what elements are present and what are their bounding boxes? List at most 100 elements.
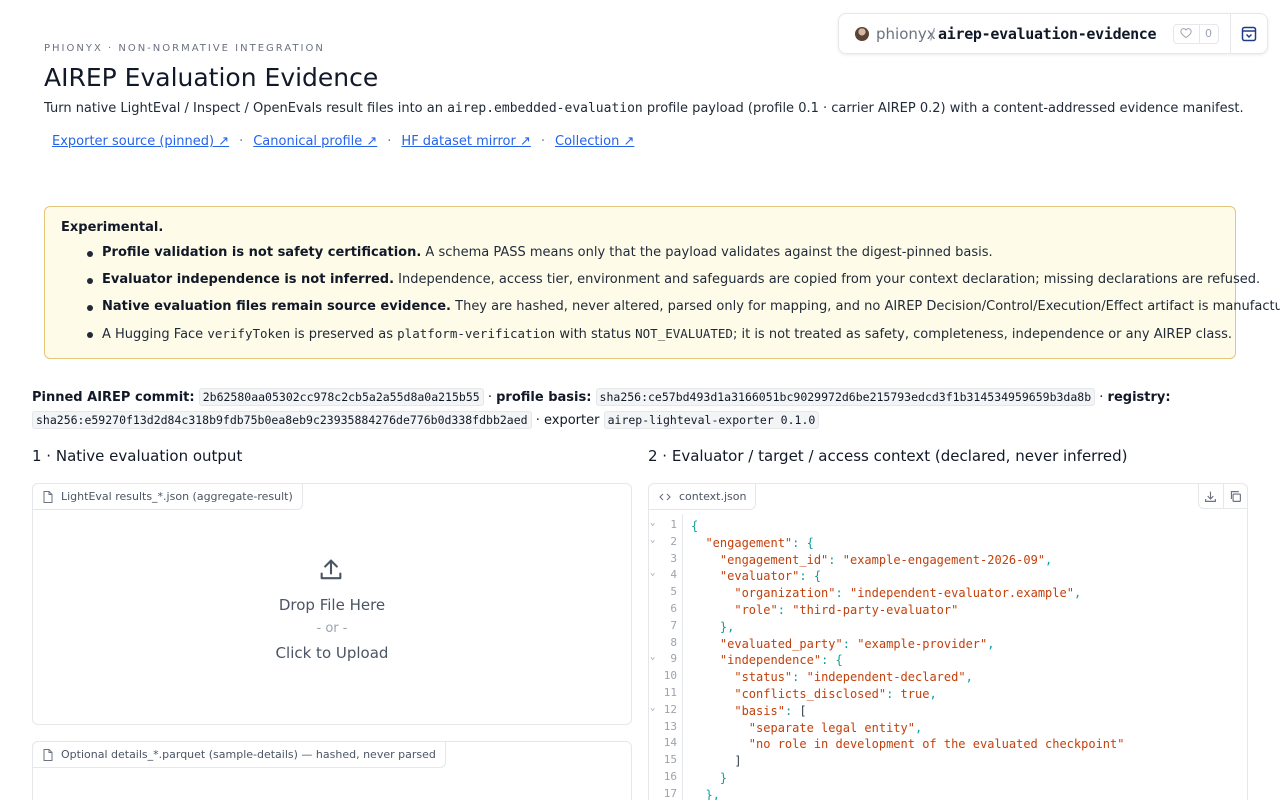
space-owner-link[interactable]: phionyx (876, 25, 936, 43)
collapse-header-icon[interactable] (1241, 26, 1257, 46)
code-line[interactable]: "separate legal entity", (691, 720, 922, 737)
code-line[interactable]: "basis": [ (691, 703, 806, 720)
code-line[interactable]: "engagement": { (691, 535, 813, 552)
inline-code: verifyToken (207, 326, 291, 341)
registry-digest: sha256:e59270f13d2d84c318b9fdb75b0ea8eb9… (32, 411, 532, 429)
fold-chevron-icon[interactable]: ⌄ (650, 568, 655, 578)
drop-file-text: Drop File Here (278, 596, 386, 614)
code-line[interactable]: }, (691, 619, 734, 636)
heart-icon (1180, 27, 1192, 42)
warning-item-text: A schema PASS means only that the payloa… (421, 245, 993, 260)
line-number: ⌄ 12 (650, 702, 677, 716)
subtitle-code: airep.embedded-evaluation (447, 101, 643, 116)
experimental-warning: Experimental. Profile validation is not … (44, 206, 1280, 359)
results-upload-dropzone[interactable]: LightEval results_*.json (aggregate-resu… (32, 483, 632, 725)
link-separator: · (239, 134, 244, 149)
line-number: 16 (663, 770, 677, 783)
code-line[interactable]: "organization": "independent-evaluator.e… (691, 585, 1081, 602)
basis-digest: sha256:ce57bd493d1a3166051bc9029972d6be2… (595, 388, 1096, 406)
line-number: ⌄ 4 (650, 568, 677, 582)
line-number: 17 (663, 786, 677, 800)
page-subtitle: Turn native LightEval / Inspect / OpenEv… (44, 101, 1244, 116)
editor-label-text: context.json (679, 490, 747, 503)
page-eyebrow: PHIONYX · NON-NORMATIVE INTEGRATION (44, 43, 325, 54)
registry-label: registry: (1107, 390, 1171, 405)
warning-list: Profile validation is not safety certifi… (87, 245, 1280, 353)
owner-avatar[interactable] (855, 27, 869, 41)
line-number: 11 (663, 686, 677, 699)
download-icon[interactable] (1199, 484, 1223, 508)
copy-icon[interactable] (1222, 484, 1247, 508)
subtitle-text-2: profile payload (profile 0.1 · carrier A… (642, 101, 1244, 116)
code-line[interactable]: "independence": { (691, 652, 843, 669)
line-number: ⌄ 9 (650, 652, 677, 666)
space-repo-link[interactable]: airep-evaluation-evidence (938, 25, 1157, 43)
line-number: 10 (663, 669, 677, 683)
line-number: ⌄ 1 (650, 518, 677, 531)
code-line[interactable]: }, (691, 787, 719, 800)
like-count: 0 (1205, 27, 1212, 40)
warning-item-text: Independence, access tier, environment a… (394, 272, 1261, 287)
upload-label-text: LightEval results_*.json (aggregate-resu… (61, 490, 293, 503)
canonical-profile-link[interactable]: Canonical profile ↗ (253, 134, 377, 149)
code-line[interactable]: "conflicts_disclosed": true, (691, 686, 936, 703)
code-line[interactable]: "no role in development of the evaluated… (691, 736, 1125, 753)
fold-chevron-icon[interactable]: ⌄ (650, 652, 655, 662)
resource-links: Exporter source (pinned) ↗ · Canonical pro… (52, 134, 634, 149)
warning-item-bold: Evaluator independence is not inferred. (102, 272, 395, 287)
badge-divider (1230, 14, 1231, 53)
warning-item-text: with status (555, 327, 636, 342)
line-gutter: ⌄ 1 ⌄ 2 3 ⌄ 4 5 6 7 8 ⌄ 9 10 11 ⌄ 12 13 14 15 16 17 (649, 514, 683, 800)
link-separator: · (540, 134, 546, 149)
exporter-source-link[interactable]: Exporter source (pinned) ↗ (52, 134, 229, 149)
line-number: 3 (670, 551, 677, 565)
code-line[interactable]: "status": "independent-declared", (691, 669, 972, 686)
upload-label: Optional details_*.parquet (sample-detai… (32, 741, 446, 768)
commit-hash: 2b62580aa05302cc978c2cb5a2a55d8a0a215b55 (198, 388, 484, 406)
line-number: 8 (670, 635, 677, 649)
warning-item-text: is preserved as (290, 327, 398, 342)
editor-label: context.json (649, 484, 757, 510)
details-upload-dropzone[interactable]: Optional details_*.parquet (sample-detai… (32, 741, 632, 800)
code-line[interactable]: { (691, 518, 698, 535)
code-line[interactable]: ] (691, 753, 741, 770)
warning-item-text: They are hashed, never altered, parsed o… (451, 299, 1280, 314)
upload-icon (317, 556, 345, 588)
info-separator: · (487, 390, 492, 405)
warning-item-text: A Hugging Face (102, 327, 208, 342)
line-number: 7 (670, 618, 677, 632)
page-title: AIREP Evaluation Evidence (44, 63, 379, 92)
pinned-info: Pinned AIREP commit: 2b62580aa05302cc978… (32, 386, 1248, 432)
editor-toolbar (1198, 484, 1247, 509)
fold-chevron-icon[interactable]: ⌄ (650, 518, 655, 528)
hf-dataset-mirror-link[interactable]: HF dataset mirror ↗ (401, 134, 530, 149)
code-line[interactable]: } (691, 770, 727, 787)
warning-item-text: ; it is not treated as safety, completen… (732, 327, 1233, 342)
warning-item: Evaluator independence is not inferred. … (87, 272, 1280, 299)
code-line[interactable]: "engagement_id": "example-engagement-202… (691, 552, 1052, 569)
context-json-editor[interactable]: context.json ⌄ 1 ⌄ 2 3 ⌄ 4 5 6 7 8 ⌄ 9 10 11 ⌄ 12 13 14 15 1… (648, 483, 1248, 800)
like-button[interactable]: 0 (1173, 24, 1219, 44)
basis-label: profile basis: (496, 390, 592, 405)
warning-item-bold: Profile validation is not safety certifi… (102, 245, 422, 260)
upload-label: LightEval results_*.json (aggregate-resu… (32, 483, 303, 510)
line-number: 6 (670, 602, 677, 615)
info-separator: · (535, 413, 540, 428)
commit-label: Pinned AIREP commit: (32, 390, 195, 405)
upload-label-text: Optional details_*.parquet (sample-detai… (61, 748, 436, 761)
space-badge: phionyx / airep-evaluation-evidence 0 (838, 13, 1268, 54)
collection-link[interactable]: Collection ↗ (555, 134, 634, 149)
code-icon (659, 493, 671, 500)
fold-chevron-icon[interactable]: ⌄ (650, 535, 655, 545)
code-line[interactable]: "role": "third-party-evaluator" (691, 602, 958, 619)
link-separator: · (387, 134, 392, 149)
or-text: - or - (316, 621, 348, 636)
like-divider (1199, 25, 1200, 43)
line-number: 14 (663, 736, 677, 750)
inline-code: NOT_EVALUATED (635, 326, 733, 341)
exporter-label: exporter (544, 413, 600, 428)
code-line[interactable]: "evaluator": { (691, 568, 821, 585)
code-line[interactable]: "evaluated_party": "example-provider", (691, 636, 995, 653)
fold-chevron-icon[interactable]: ⌄ (650, 703, 655, 713)
file-icon (43, 490, 53, 503)
